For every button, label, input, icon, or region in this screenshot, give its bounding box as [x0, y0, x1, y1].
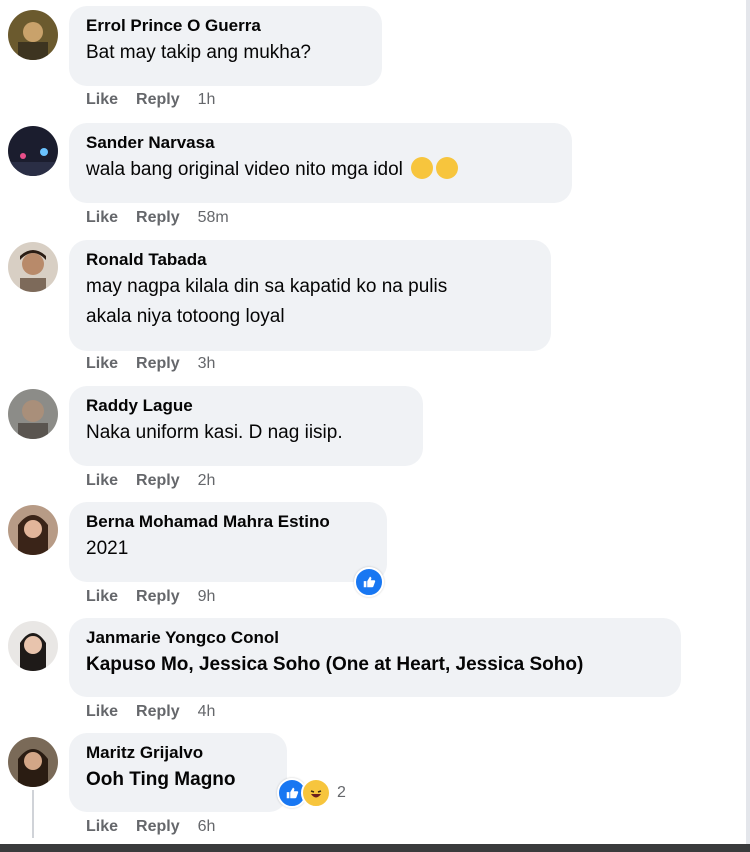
- haha-icon: [301, 778, 331, 808]
- like-button[interactable]: Like: [86, 355, 118, 372]
- avatar[interactable]: [8, 10, 58, 60]
- comment-text: Naka uniform kasi. D nag iisip.: [86, 422, 343, 443]
- comment-text-line-2: akala niya totoong loyal: [86, 306, 285, 327]
- comment-author[interactable]: Errol Prince O Guerra: [86, 16, 364, 36]
- comment-timestamp[interactable]: 6h: [198, 818, 216, 835]
- avatar[interactable]: [8, 621, 58, 671]
- reply-button[interactable]: Reply: [136, 209, 180, 226]
- reaction-count[interactable]: 2: [337, 784, 346, 802]
- avatar[interactable]: [8, 126, 58, 176]
- reply-button[interactable]: Reply: [136, 472, 180, 489]
- reply-button[interactable]: Reply: [136, 355, 180, 372]
- like-button[interactable]: Like: [86, 588, 118, 605]
- comment-author[interactable]: Sander Narvasa: [86, 133, 554, 153]
- comment-text-line-1: may nagpa kilala din sa kapatid ko na pu…: [86, 276, 448, 297]
- comment-text: Ooh Ting Magno: [86, 769, 236, 790]
- comment-author[interactable]: Raddy Lague: [86, 396, 405, 416]
- comment-actions: Like Reply 9h: [86, 588, 233, 606]
- comment-text: wala bang original video nito mga idol: [86, 155, 554, 185]
- avatar[interactable]: [8, 242, 58, 292]
- like-button[interactable]: Like: [86, 703, 118, 720]
- comment-bubble: Raddy Lague Naka uniform kasi. D nag iis…: [69, 386, 423, 466]
- comment-bubble: Maritz Grijalvo Ooh Ting Magno: [69, 733, 287, 812]
- comment-text: 2021: [86, 538, 129, 559]
- comment-bubble: Janmarie Yongco Conol Kapuso Mo, Jessica…: [69, 618, 681, 697]
- rolling-laughing-emoji-icon: [411, 157, 434, 179]
- comment-author[interactable]: Janmarie Yongco Conol: [86, 628, 663, 648]
- like-button[interactable]: Like: [86, 209, 118, 226]
- comment-timestamp[interactable]: 58m: [198, 209, 229, 226]
- comment-author[interactable]: Ronald Tabada: [86, 250, 533, 270]
- reaction-badge[interactable]: 2: [277, 778, 346, 808]
- comment-author[interactable]: Berna Mohamad Mahra Estino: [86, 512, 369, 532]
- thread-line: [32, 790, 34, 838]
- grinning-sweat-emoji-icon: [436, 157, 459, 179]
- like-button[interactable]: Like: [86, 91, 118, 108]
- like-button[interactable]: Like: [86, 818, 118, 835]
- avatar[interactable]: [8, 737, 58, 787]
- reaction-badge[interactable]: [354, 567, 384, 597]
- comment-timestamp[interactable]: 2h: [198, 472, 216, 489]
- comment-actions: Like Reply 1h: [86, 91, 233, 109]
- reply-button[interactable]: Reply: [136, 703, 180, 720]
- scrollbar-track[interactable]: [746, 0, 750, 852]
- comment-text: Bat may takip ang mukha?: [86, 42, 311, 63]
- comment-bubble: Ronald Tabada may nagpa kilala din sa ka…: [69, 240, 551, 351]
- comment-text: Kapuso Mo, Jessica Soho (One at Heart, J…: [86, 654, 584, 675]
- comment-actions: Like Reply 4h: [86, 703, 233, 721]
- comment-actions: Like Reply 6h: [86, 818, 233, 836]
- like-icon: [354, 567, 384, 597]
- comment-timestamp[interactable]: 1h: [198, 91, 216, 108]
- comment-text-content: wala bang original video nito mga idol: [86, 159, 403, 180]
- reply-button[interactable]: Reply: [136, 91, 180, 108]
- reply-button[interactable]: Reply: [136, 588, 180, 605]
- like-button[interactable]: Like: [86, 472, 118, 489]
- comment-bubble: Errol Prince O Guerra Bat may takip ang …: [69, 6, 382, 86]
- comment-bubble: Sander Narvasa wala bang original video …: [69, 123, 572, 203]
- comment-actions: Like Reply 3h: [86, 355, 233, 373]
- comment-timestamp[interactable]: 4h: [198, 703, 216, 720]
- avatar[interactable]: [8, 389, 58, 439]
- bottom-border: [0, 844, 750, 852]
- avatar[interactable]: [8, 505, 58, 555]
- reply-button[interactable]: Reply: [136, 818, 180, 835]
- comment-actions: Like Reply 2h: [86, 472, 233, 490]
- comment-actions: Like Reply 58m: [86, 209, 247, 227]
- comment-timestamp[interactable]: 3h: [198, 355, 216, 372]
- comment-bubble: Berna Mohamad Mahra Estino 2021: [69, 502, 387, 582]
- comment-author[interactable]: Maritz Grijalvo: [86, 743, 269, 763]
- comment-timestamp[interactable]: 9h: [198, 588, 216, 605]
